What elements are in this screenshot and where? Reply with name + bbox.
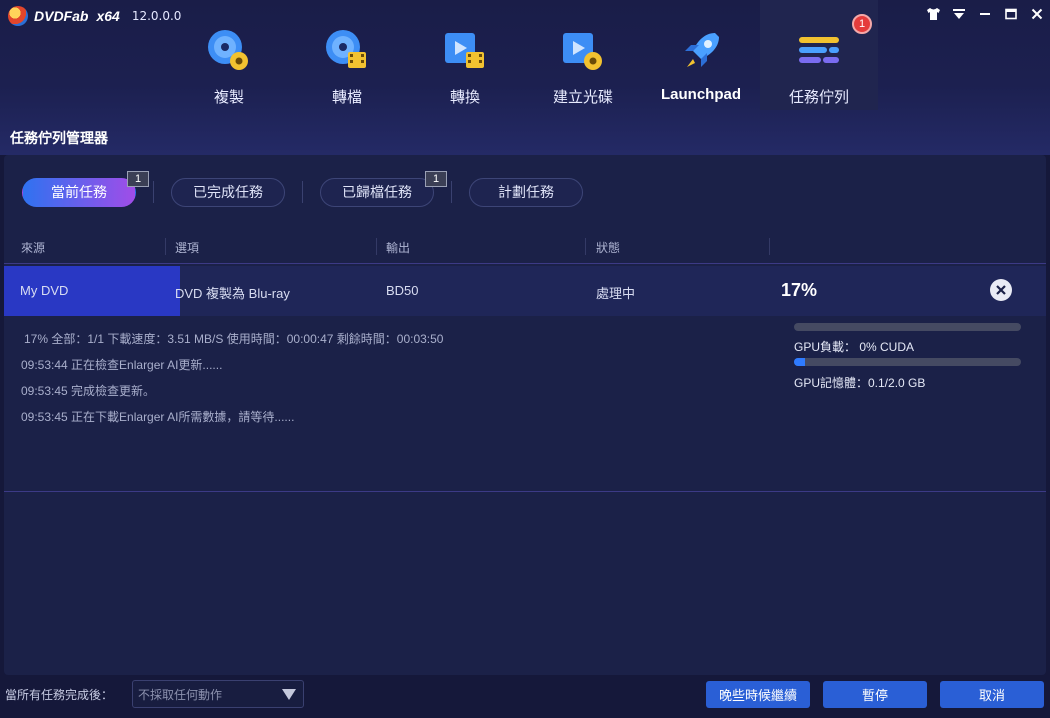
log-line: 09:53:44 正在檢查Enlarger AI更新...... — [21, 358, 223, 372]
task-output: BD50 — [386, 283, 419, 298]
table-header: 來源 選項 輸出 狀態 — [4, 230, 1046, 264]
col-divider — [376, 238, 377, 255]
app-arch: x64 — [96, 8, 120, 24]
task-source: My DVD — [20, 283, 69, 298]
app-brand: DVDFab x64 12.0.0.0 — [8, 6, 181, 26]
nav-creator[interactable]: 建立光碟 — [524, 0, 642, 110]
tab-current-tasks[interactable]: 當前任務 1 — [22, 170, 149, 207]
task-tabs: 當前任務 1 已完成任務 已歸檔任務 1 計劃任務 — [22, 170, 583, 207]
tab-label: 已歸檔任務 — [342, 185, 412, 201]
task-details: 17% 全部：1/1 下載速度：3.51 MB/S 使用時間：00:00:47 … — [4, 316, 1046, 492]
nav-copy[interactable]: 複製 — [170, 0, 288, 110]
log-line: 09:53:45 正在下載Enlarger AI所需數據，請等待...... — [21, 410, 295, 424]
tab-divider — [153, 181, 154, 203]
task-stats: 17% 全部：1/1 下載速度：3.51 MB/S 使用時間：00:00:47 … — [24, 332, 444, 346]
rocket-icon — [676, 26, 726, 76]
log-line: 09:53:45 完成檢查更新。 — [21, 384, 156, 398]
tab-label: 計劃任務 — [498, 185, 554, 201]
nav-label-launchpad: Launchpad — [660, 86, 741, 103]
tab-completed-tasks[interactable]: 已完成任務 — [171, 177, 285, 207]
col-divider — [585, 238, 586, 255]
nav-ripper[interactable]: 轉檔 — [288, 0, 406, 110]
close-window-icon[interactable] — [1030, 7, 1044, 21]
task-panel: 當前任務 1 已完成任務 已歸檔任務 1 計劃任務 來源 選項 輸出 狀態 My… — [4, 155, 1046, 675]
skin-icon[interactable] — [926, 7, 940, 21]
tab-badge: 1 — [425, 170, 447, 187]
tab-divider — [302, 181, 303, 203]
gpu-memory-text: GPU記憶體：0.1/2.0 GB — [794, 376, 926, 390]
after-completion-select[interactable]: 不採取任何動作 — [132, 680, 304, 708]
gpu-load-bar — [794, 323, 1021, 331]
nav-task-queue[interactable]: 任務佇列 1 — [760, 0, 878, 110]
converter-icon — [440, 26, 490, 76]
gpu-memory-fill — [794, 358, 806, 366]
main-nav: 複製 轉檔 轉換 建立光碟 Launchpad 任務佇列 1 — [170, 0, 878, 110]
nav-converter[interactable]: 轉換 — [406, 0, 524, 110]
continue-later-button[interactable]: 晚些時候繼續 — [706, 681, 810, 708]
nav-label-ripper: 轉檔 — [331, 88, 362, 106]
copy-disc-icon — [204, 26, 254, 76]
task-status: 處理中 — [596, 286, 636, 301]
ripper-icon — [322, 26, 372, 76]
gpu-load-text: GPU負載： 0% CUDA — [794, 340, 915, 354]
maximize-icon[interactable] — [1004, 7, 1018, 21]
pause-button[interactable]: 暫停 — [823, 681, 927, 708]
col-header-status[interactable]: 狀態 — [596, 239, 620, 256]
nav-label-task-queue: 任務佇列 — [788, 88, 849, 106]
col-header-source[interactable]: 來源 — [21, 239, 45, 256]
minimize-icon[interactable] — [978, 7, 992, 21]
col-divider — [165, 238, 166, 255]
top-header: DVDFab x64 12.0.0.0 複製 轉檔 轉換 建立光碟 Launch… — [0, 0, 1050, 155]
tab-badge: 1 — [127, 170, 149, 187]
nav-label-copy: 複製 — [213, 88, 244, 106]
task-count-badge: 1 — [852, 14, 872, 34]
task-percent: 17% — [781, 280, 818, 300]
remove-task-button[interactable] — [990, 279, 1012, 301]
dvdfab-logo-icon — [8, 6, 28, 26]
app-name: DVDFab — [34, 8, 89, 24]
col-divider — [769, 238, 770, 255]
nav-launchpad[interactable]: Launchpad — [642, 0, 760, 110]
tab-label: 已完成任務 — [193, 185, 263, 201]
after-completion-value: 不採取任何動作 — [138, 687, 223, 702]
nav-label-creator: 建立光碟 — [552, 88, 613, 106]
task-queue-icon — [794, 26, 844, 76]
dropdown-arrow-icon — [282, 689, 296, 700]
task-option: DVD 複製為 Blu-ray — [175, 286, 290, 301]
tab-archived-tasks[interactable]: 已歸檔任務 1 — [320, 170, 447, 207]
tab-label: 當前任務 — [51, 185, 107, 201]
window-controls — [926, 7, 1044, 21]
nav-label-converter: 轉換 — [449, 88, 480, 106]
menu-dropdown-icon[interactable] — [952, 7, 966, 21]
cancel-button[interactable]: 取消 — [940, 681, 1044, 708]
tab-scheduled-tasks[interactable]: 計劃任務 — [469, 177, 583, 207]
col-header-output[interactable]: 輸出 — [386, 239, 410, 256]
tab-divider — [451, 181, 452, 203]
gpu-memory-bar — [794, 358, 1021, 366]
close-icon — [996, 285, 1006, 295]
table-row[interactable]: My DVD DVD 複製為 Blu-ray BD50 處理中 17% — [4, 266, 1046, 316]
after-completion-label: 當所有任務完成後： — [5, 688, 114, 702]
page-title: 任務佇列管理器 — [10, 131, 108, 147]
col-header-option[interactable]: 選項 — [175, 239, 199, 256]
creator-icon — [558, 26, 608, 76]
